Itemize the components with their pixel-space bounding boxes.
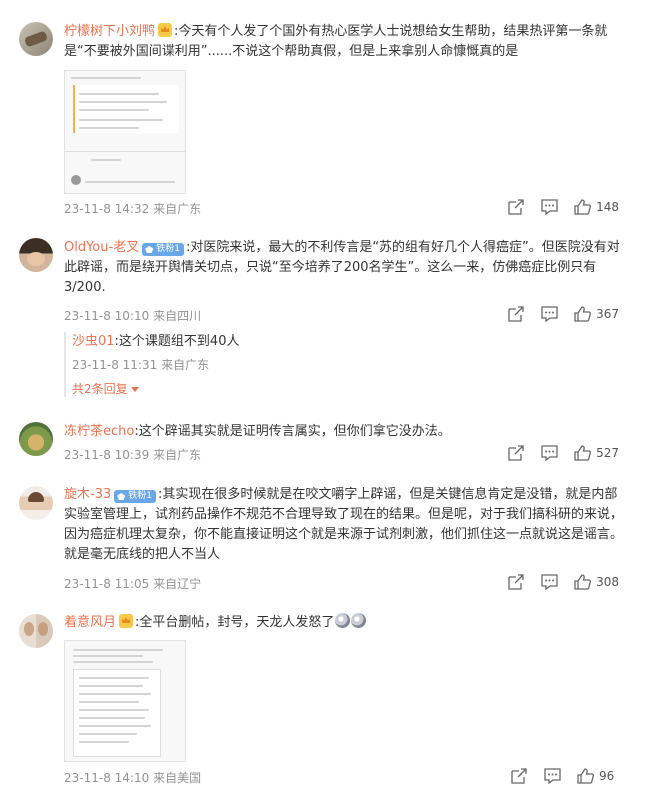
comment-location: 来自辽宁: [153, 577, 202, 591]
fan-badge-icon: 铁粉1: [114, 490, 156, 503]
reply-block: 沙虫01:这个课题组不到40人 23-11-8 11:31 来自广东 共2条回复: [64, 332, 632, 397]
comment-meta: 23-11-8 10:39 来自广东: [64, 446, 201, 463]
comment-time: 23-11-8 14:32: [64, 202, 150, 216]
comment-item: 柠檬树下小刘鸭:今天有个人发了个国外有热心医学人士说想给女生帮助，结果热评第一条…: [0, 0, 648, 230]
like-count: 527: [596, 446, 619, 460]
avatar[interactable]: [19, 422, 53, 456]
username[interactable]: 着意风月: [64, 615, 116, 630]
username[interactable]: 旋木-33: [64, 487, 111, 502]
comment-time: 23-11-8 10:10: [64, 309, 150, 323]
share-icon[interactable]: [508, 574, 526, 590]
comment-actions: 308: [493, 574, 619, 590]
comment-location: 来自四川: [153, 309, 202, 323]
fan-badge-icon: 铁粉1: [142, 243, 184, 256]
comment-time: 23-11-8 11:05: [64, 577, 150, 591]
comment-location: 来自广东: [153, 448, 202, 462]
avatar[interactable]: [19, 22, 53, 56]
avatar[interactable]: [19, 238, 53, 272]
reply-location: 来自广东: [161, 358, 210, 372]
share-icon[interactable]: [511, 768, 529, 784]
comment-text-block: 着意风月 :全平台删帖，封号，天龙人发怒了: [64, 613, 624, 633]
comment-text-block: OldYou-老叉 铁粉1:对医院来说，最大的不利传言是“苏的组有好几个人得癌症”…: [64, 238, 624, 298]
comment-content: :这个辟谣其实就是证明传言属实，但你们拿它没办法。: [134, 424, 451, 439]
comment-actions: 527: [493, 445, 619, 461]
sad-emoji-icon: [335, 613, 351, 628]
comment-actions: 96: [496, 768, 619, 784]
username[interactable]: 柠檬树下小刘鸭: [64, 24, 155, 39]
comment-icon[interactable]: [541, 445, 559, 461]
comment-actions: 367: [493, 306, 619, 322]
share-icon[interactable]: [508, 445, 526, 461]
like-icon[interactable]: [574, 574, 592, 590]
comment-location: 来自美国: [153, 771, 202, 785]
attached-image[interactable]: [64, 640, 186, 762]
like-icon[interactable]: [574, 445, 592, 461]
like-count: 367: [596, 307, 619, 321]
share-icon[interactable]: [508, 199, 526, 215]
reply-time: 23-11-8 11:31: [72, 358, 158, 372]
comment-meta: 23-11-8 14:32 来自广东: [64, 200, 201, 217]
comment-item: 着意风月:全平台删帖，封号，天龙人发怒了 23-11-8 14:10 来自美国 …: [0, 610, 648, 795]
comment-icon[interactable]: [544, 768, 562, 784]
like-icon[interactable]: [574, 199, 592, 215]
triangle-down-icon: [130, 387, 139, 392]
sad-emoji-icon: [351, 613, 367, 628]
like-count: 96: [599, 769, 615, 783]
like-count: 308: [596, 575, 619, 589]
comment-location: 来自广东: [153, 202, 202, 216]
reply-content: :这个课题组不到40人: [114, 334, 240, 349]
comment-text-block: 旋木-33 铁粉1:其实现在很多时候就是在咬文嚼字上辟谣，但是关键信息肯定是没错，…: [64, 485, 624, 565]
avatar[interactable]: [19, 486, 53, 520]
reply-meta: 23-11-8 11:31 来自广东: [72, 356, 632, 373]
like-icon[interactable]: [577, 768, 595, 784]
comment-meta: 23-11-8 14:10 来自美国: [64, 769, 201, 786]
reply-username[interactable]: 沙虫01: [72, 334, 115, 349]
reply-text: 沙虫01:这个课题组不到40人: [72, 332, 632, 352]
comment-icon[interactable]: [541, 574, 559, 590]
comment-item: 旋木-33 铁粉1:其实现在很多时候就是在咬文嚼字上辟谣，但是关键信息肯定是没错，…: [0, 480, 648, 610]
comment-text-block: 冻柠茶echo:这个辟谣其实就是证明传言属实，但你们拿它没办法。: [64, 422, 624, 442]
comment-icon[interactable]: [541, 306, 559, 322]
comment-actions: 148: [493, 199, 619, 215]
share-icon[interactable]: [508, 306, 526, 322]
comment-text-block: 柠檬树下小刘鸭:今天有个人发了个国外有热心医学人士说想给女生帮助，结果热评第一条…: [64, 22, 624, 62]
comment-icon[interactable]: [541, 199, 559, 215]
comment-meta: 23-11-8 10:10 来自四川: [64, 307, 201, 324]
more-replies-link[interactable]: 共2条回复: [72, 380, 632, 397]
like-count: 148: [596, 200, 619, 214]
comment-item: OldYou-老叉 铁粉1:对医院来说，最大的不利传言是“苏的组有好几个人得癌症”…: [0, 230, 648, 410]
username[interactable]: 冻柠茶echo: [64, 424, 134, 439]
comment-time: 23-11-8 10:39: [64, 448, 150, 462]
avatar[interactable]: [19, 614, 53, 648]
comment-time: 23-11-8 14:10: [64, 771, 150, 785]
comment-content: :全平台删帖，封号，天龙人发怒了: [135, 615, 335, 630]
like-icon[interactable]: [574, 306, 592, 322]
comment-item: 冻柠茶echo:这个辟谣其实就是证明传言属实，但你们拿它没办法。 23-11-8…: [0, 410, 648, 480]
crown-badge-icon: [119, 614, 134, 628]
comment-meta: 23-11-8 11:05 来自辽宁: [64, 575, 201, 592]
more-replies-label: 共2条回复: [72, 382, 128, 396]
attached-image[interactable]: [64, 70, 186, 194]
username[interactable]: OldYou-老叉: [64, 240, 139, 255]
crown-badge-icon: [158, 23, 173, 37]
